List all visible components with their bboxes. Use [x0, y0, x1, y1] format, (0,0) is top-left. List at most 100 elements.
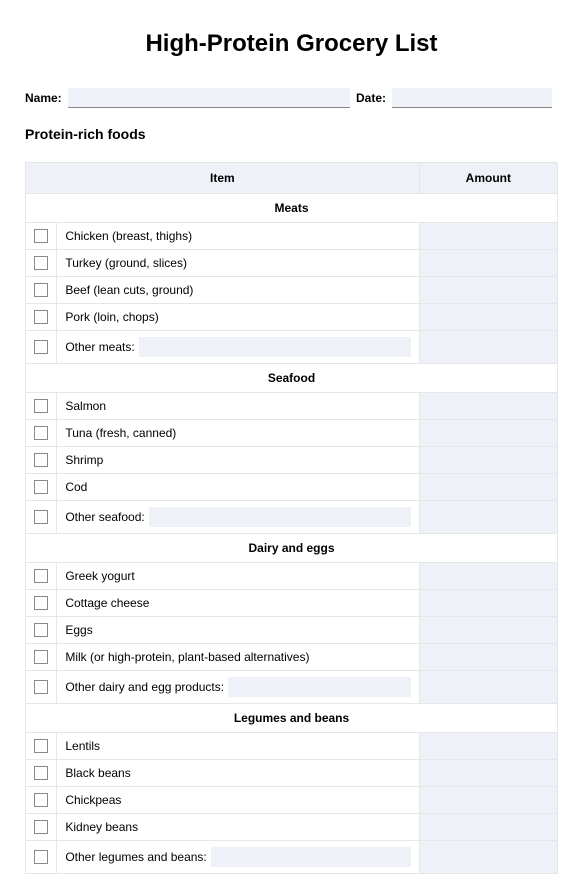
- checkbox[interactable]: [34, 229, 48, 243]
- amount-cell: [419, 590, 557, 617]
- checkbox[interactable]: [34, 739, 48, 753]
- date-input[interactable]: [392, 88, 552, 108]
- checkbox-cell: [26, 814, 57, 841]
- table-row: Other meats:: [26, 331, 558, 364]
- checkbox-cell: [26, 590, 57, 617]
- amount-input[interactable]: [420, 788, 557, 812]
- name-label: Name:: [25, 91, 62, 105]
- amount-input[interactable]: [420, 251, 557, 275]
- table-row: Lentils: [26, 733, 558, 760]
- amount-cell: [419, 447, 557, 474]
- checkbox-cell: [26, 644, 57, 671]
- checkbox[interactable]: [34, 256, 48, 270]
- amount-input[interactable]: [420, 448, 557, 472]
- amount-cell: [419, 617, 557, 644]
- checkbox[interactable]: [34, 623, 48, 637]
- amount-input[interactable]: [420, 564, 557, 588]
- table-row: Other dairy and egg products:: [26, 671, 558, 704]
- other-label: Other legumes and beans:: [65, 850, 206, 864]
- other-item-cell: Other dairy and egg products:: [57, 671, 419, 704]
- amount-input[interactable]: [420, 845, 557, 869]
- amount-cell: [419, 304, 557, 331]
- amount-cell: [419, 814, 557, 841]
- page-title: High-Protein Grocery List: [25, 30, 558, 58]
- amount-input[interactable]: [420, 815, 557, 839]
- amount-input[interactable]: [420, 421, 557, 445]
- amount-cell: [419, 250, 557, 277]
- other-input[interactable]: [139, 337, 411, 357]
- table-row: Black beans: [26, 760, 558, 787]
- checkbox[interactable]: [34, 310, 48, 324]
- amount-cell: [419, 644, 557, 671]
- amount-cell: [419, 733, 557, 760]
- checkbox-cell: [26, 304, 57, 331]
- table-row: Turkey (ground, slices): [26, 250, 558, 277]
- other-input[interactable]: [149, 507, 411, 527]
- checkbox-cell: [26, 760, 57, 787]
- item-label: Tuna (fresh, canned): [57, 420, 419, 447]
- checkbox[interactable]: [34, 480, 48, 494]
- other-item-cell: Other seafood:: [57, 501, 419, 534]
- amount-cell: [419, 841, 557, 874]
- amount-input[interactable]: [420, 335, 557, 359]
- checkbox[interactable]: [34, 650, 48, 664]
- amount-input[interactable]: [420, 224, 557, 248]
- amount-cell: [419, 760, 557, 787]
- table-row: Chickpeas: [26, 787, 558, 814]
- checkbox[interactable]: [34, 820, 48, 834]
- other-input[interactable]: [228, 677, 411, 697]
- amount-input[interactable]: [420, 591, 557, 615]
- checkbox-cell: [26, 733, 57, 760]
- other-label: Other seafood:: [65, 510, 144, 524]
- amount-input[interactable]: [420, 761, 557, 785]
- amount-input[interactable]: [420, 618, 557, 642]
- checkbox-cell: [26, 563, 57, 590]
- other-input[interactable]: [211, 847, 411, 867]
- amount-cell: [419, 331, 557, 364]
- checkbox-cell: [26, 617, 57, 644]
- other-item-cell: Other meats:: [57, 331, 419, 364]
- checkbox[interactable]: [34, 453, 48, 467]
- table-row: Pork (loin, chops): [26, 304, 558, 331]
- checkbox[interactable]: [34, 399, 48, 413]
- name-input[interactable]: [68, 88, 350, 108]
- table-row: Kidney beans: [26, 814, 558, 841]
- amount-cell: [419, 277, 557, 304]
- amount-input[interactable]: [420, 305, 557, 329]
- form-fields-row: Name: Date:: [25, 88, 558, 108]
- checkbox[interactable]: [34, 340, 48, 354]
- subtitle: Protein-rich foods: [25, 126, 558, 142]
- amount-input[interactable]: [420, 505, 557, 529]
- checkbox-cell: [26, 250, 57, 277]
- checkbox-cell: [26, 841, 57, 874]
- amount-input[interactable]: [420, 675, 557, 699]
- item-label: Chickpeas: [57, 787, 419, 814]
- table-row: Beef (lean cuts, ground): [26, 277, 558, 304]
- amount-input[interactable]: [420, 645, 557, 669]
- checkbox[interactable]: [34, 596, 48, 610]
- item-label: Milk (or high-protein, plant-based alter…: [57, 644, 419, 671]
- amount-input[interactable]: [420, 394, 557, 418]
- checkbox[interactable]: [34, 283, 48, 297]
- checkbox[interactable]: [34, 680, 48, 694]
- item-label: Beef (lean cuts, ground): [57, 277, 419, 304]
- other-label: Other dairy and egg products:: [65, 680, 224, 694]
- date-label: Date:: [356, 91, 386, 105]
- checkbox[interactable]: [34, 426, 48, 440]
- checkbox-cell: [26, 277, 57, 304]
- checkbox[interactable]: [34, 569, 48, 583]
- checkbox-cell: [26, 671, 57, 704]
- table-row: Cottage cheese: [26, 590, 558, 617]
- checkbox[interactable]: [34, 766, 48, 780]
- table-row: Shrimp: [26, 447, 558, 474]
- checkbox[interactable]: [34, 793, 48, 807]
- amount-input[interactable]: [420, 734, 557, 758]
- amount-input[interactable]: [420, 278, 557, 302]
- item-label: Black beans: [57, 760, 419, 787]
- item-label: Turkey (ground, slices): [57, 250, 419, 277]
- table-row: Other legumes and beans:: [26, 841, 558, 874]
- checkbox[interactable]: [34, 850, 48, 864]
- checkbox[interactable]: [34, 510, 48, 524]
- amount-input[interactable]: [420, 475, 557, 499]
- checkbox-cell: [26, 474, 57, 501]
